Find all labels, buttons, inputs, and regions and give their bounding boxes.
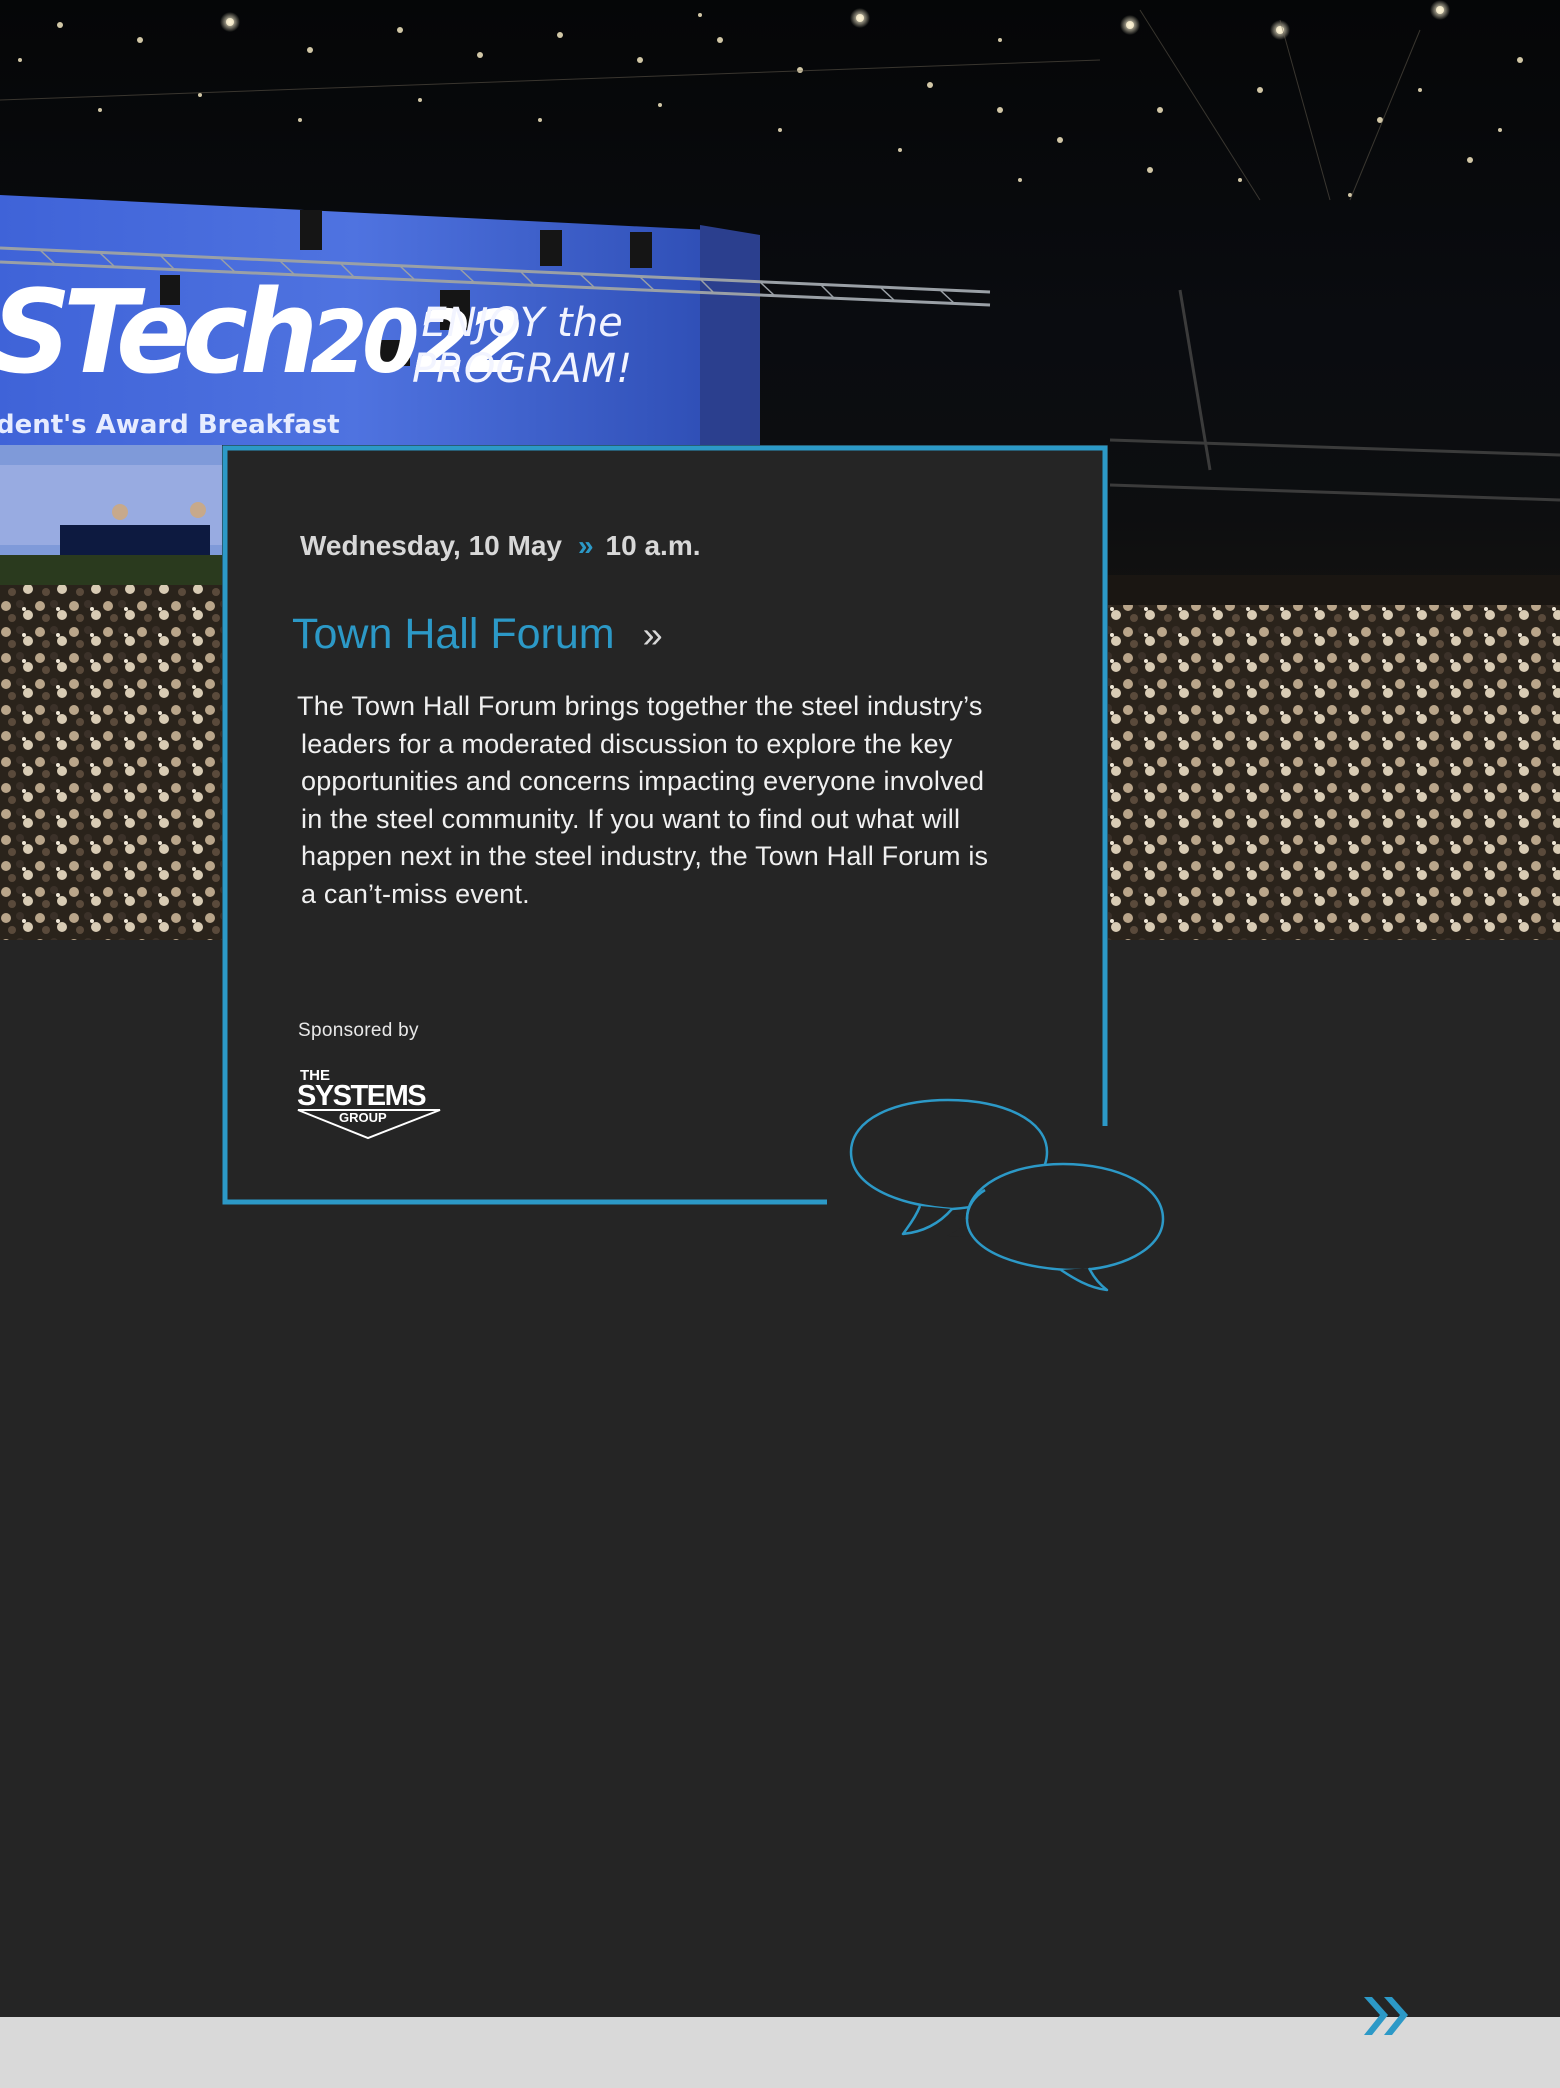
event-time: 10 a.m.	[605, 530, 701, 561]
event-description: The Town Hall Forum brings together the …	[297, 688, 1057, 913]
description-line: a can’t-miss event.	[301, 878, 530, 909]
description-line: happen next in the steel industry, the T…	[301, 841, 989, 871]
speech-bubbles-icon	[849, 1098, 1165, 1292]
event-title: Town Hall Forum »	[292, 610, 663, 659]
banner-logo-main: STech	[0, 264, 318, 400]
logo-main-text: SYSTEMS	[297, 1080, 426, 1112]
datetime-separator-icon: »	[577, 530, 593, 561]
description-line: opportunities and concerns impacting eve…	[301, 766, 985, 796]
sponsored-by-label: Sponsored by	[298, 1020, 419, 1041]
event-datetime: Wednesday, 10 May » 10 a.m.	[300, 530, 701, 562]
description-line: The Town Hall Forum brings together the …	[297, 691, 983, 721]
systems-group-logo: THE SYSTEMS GROUP	[297, 1067, 441, 1140]
banner-tagline-line-1: ENJOY the	[421, 300, 623, 346]
description-line: leaders for a moderated discussion to ex…	[301, 728, 953, 759]
event-date: Wednesday, 10 May	[300, 530, 562, 561]
page-footer-bar	[0, 2017, 1560, 2088]
logo-group-text: GROUP	[339, 1110, 387, 1125]
title-arrow-icon: »	[642, 613, 663, 655]
banner-tagline-line-2: PROGRAM!	[412, 346, 633, 392]
event-title-text: Town Hall Forum	[292, 610, 615, 658]
banner-subtitle: dent's Award Breakfast	[0, 410, 340, 440]
banner-tagline: ENJOY the PROGRAM!	[412, 300, 632, 392]
double-chevron-right-icon[interactable]	[1362, 1993, 1414, 2041]
description-line: in the steel community. If you want to f…	[301, 803, 961, 834]
